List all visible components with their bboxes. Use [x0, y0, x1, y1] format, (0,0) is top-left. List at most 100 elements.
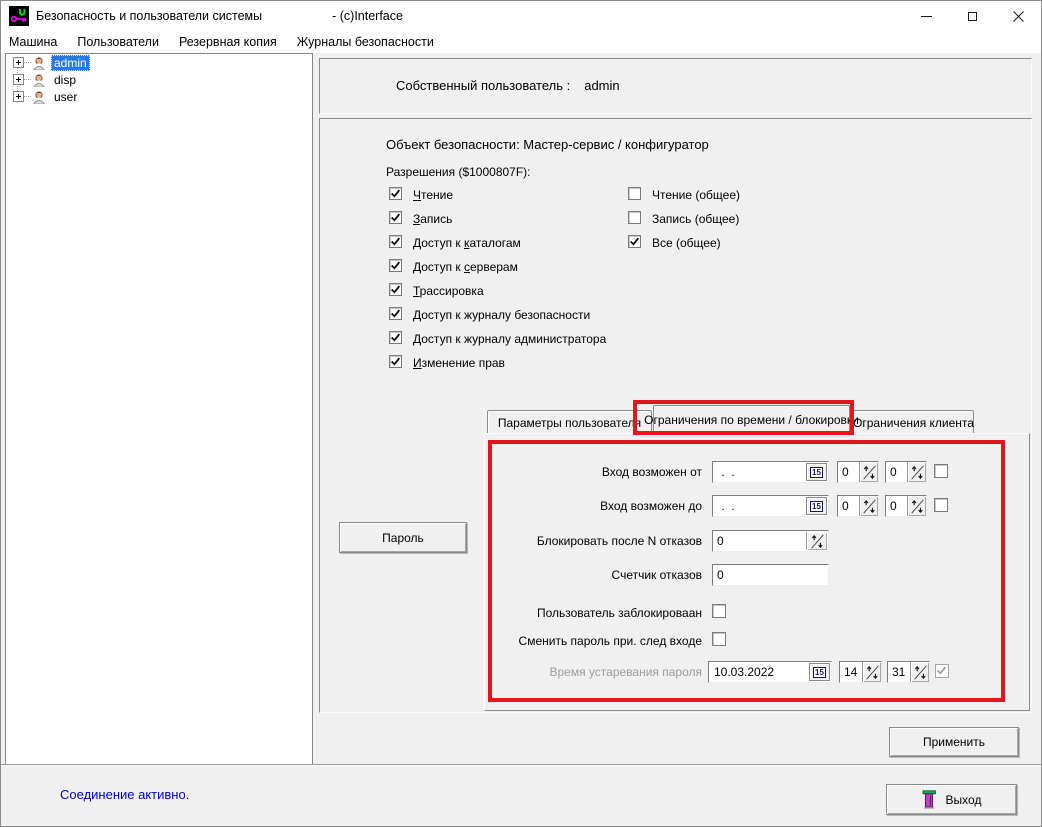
apply-button-label: Применить [923, 735, 985, 749]
login-to-date-field[interactable]: . . 15 [712, 495, 829, 517]
spinner-button [862, 662, 881, 682]
change-password-checkbox[interactable] [712, 632, 726, 646]
login-to-enable-checkbox[interactable] [934, 498, 948, 512]
permissions-label: Разрешения ($1000807F): [386, 165, 531, 179]
checkbox-label[interactable]: Чтение [413, 188, 453, 202]
password-expiry-hours-spinner: 14 [839, 661, 882, 683]
field-value: 0 [717, 534, 724, 548]
login-to-label: Вход возможен до [600, 499, 702, 513]
checkbox-label[interactable]: Изменение прав [413, 356, 505, 370]
spinner-button[interactable] [907, 496, 926, 516]
user-locked-label: Пользователь заблокироваан [537, 606, 702, 620]
date-value: 10.03.2022 [714, 665, 774, 679]
connection-status-text: Соединение активно. [60, 787, 189, 802]
permissions-column-right: Чтение (общее) Запись (общее) Все (общее… [628, 187, 740, 259]
expand-plus-icon[interactable] [13, 91, 24, 102]
perm-row-change-rights: Изменение прав [389, 355, 606, 379]
checkbox-write[interactable] [389, 211, 402, 224]
password-expiry-label: Время устаревания пароля [549, 665, 702, 679]
calendar-icon: 15 [810, 501, 823, 512]
checkbox-security-log[interactable] [389, 307, 402, 320]
expand-plus-icon[interactable] [13, 74, 24, 85]
checkbox-change-rights[interactable] [389, 355, 402, 368]
tree-connector-line [24, 62, 31, 63]
tree-connector-line [24, 79, 31, 80]
checkbox-admin-log[interactable] [389, 331, 402, 344]
menubar: Машина Пользователи Резервная копия Журн… [1, 31, 1041, 53]
checkbox-label[interactable]: Доступ к серверам [413, 260, 518, 274]
menu-item-backup[interactable]: Резервная копия [169, 32, 287, 52]
window-title-suffix: - (c)Interface [332, 9, 403, 23]
expand-plus-icon[interactable] [13, 57, 24, 68]
tree-item-label[interactable]: disp [51, 72, 79, 88]
date-mask: . . [718, 499, 735, 513]
login-from-hours-spinner[interactable]: 0 [837, 461, 879, 483]
tree-item-label[interactable]: user [51, 89, 80, 105]
checkbox-label[interactable]: Доступ к журналу администратора [413, 332, 606, 346]
user-locked-checkbox[interactable] [712, 604, 726, 618]
fail-counter-field[interactable]: 0 [712, 564, 829, 586]
spinner-value[interactable]: 0 [886, 496, 907, 516]
menu-item-security-logs[interactable]: Журналы безопасности [287, 32, 444, 52]
minimize-icon [921, 16, 932, 17]
spinner-value: 14 [840, 662, 862, 682]
user-tree-panel[interactable]: admin disp user [5, 53, 313, 766]
login-to-minutes-spinner[interactable]: 0 [885, 495, 927, 517]
calendar-button[interactable]: 15 [806, 463, 827, 481]
tree-item-label[interactable]: admin [51, 55, 90, 71]
user-icon [32, 89, 46, 104]
perm-row-admin-log: Доступ к журналу администратора [389, 331, 606, 355]
tree-item-user[interactable]: user [6, 88, 312, 105]
login-from-date-field[interactable]: . . 15 [712, 461, 829, 483]
user-icon [32, 72, 46, 87]
tree-item-admin[interactable]: admin [6, 54, 312, 71]
exit-button[interactable]: Выход [886, 784, 1017, 815]
spinner-value[interactable]: 0 [838, 496, 859, 516]
checkbox-label[interactable]: Запись (общее) [652, 212, 739, 226]
spinner-button[interactable] [907, 462, 926, 482]
close-button[interactable] [995, 1, 1041, 31]
checkbox-catalog-access[interactable] [389, 235, 402, 248]
checkbox-label[interactable]: Доступ к каталогам [413, 236, 521, 250]
app-icon [9, 6, 29, 26]
perm-row-read-common: Чтение (общее) [628, 187, 740, 211]
perm-row-server-access: Доступ к серверам [389, 259, 606, 283]
login-from-minutes-spinner[interactable]: 0 [885, 461, 927, 483]
checkbox-label[interactable]: Все (общее) [652, 236, 721, 250]
spinner-button[interactable] [806, 532, 827, 550]
perm-row-security-log: Доступ к журналу безопасности [389, 307, 606, 331]
menu-item-users[interactable]: Пользователи [67, 32, 169, 52]
checkbox-label[interactable]: Чтение (общее) [652, 188, 740, 202]
checkbox-read-common[interactable] [628, 187, 641, 200]
perm-row-tracing: Трассировка [389, 283, 606, 307]
menu-item-machine[interactable]: Машина [1, 32, 67, 52]
tree-item-disp[interactable]: disp [6, 71, 312, 88]
maximize-button[interactable] [949, 1, 995, 31]
change-password-label: Сменить пароль при. след входе [519, 634, 702, 648]
login-to-hours-spinner[interactable]: 0 [837, 495, 879, 517]
tab-client-restrictions[interactable]: Ограничения клиента [853, 410, 974, 434]
apply-button[interactable]: Применить [889, 727, 1019, 757]
login-from-enable-checkbox[interactable] [934, 464, 948, 478]
tab-time-restrictions[interactable]: Ограничения по времени / блокировки [653, 405, 850, 434]
tab-user-parameters[interactable]: Параметры пользователя [487, 410, 652, 434]
checkbox-label[interactable]: Трассировка [413, 284, 484, 298]
checkbox-write-common[interactable] [628, 211, 641, 224]
spinner-value[interactable]: 0 [886, 462, 907, 482]
lock-after-field[interactable]: 0 [712, 530, 829, 552]
calendar-button[interactable]: 15 [806, 497, 827, 515]
spinner-value[interactable]: 0 [838, 462, 859, 482]
minimize-button[interactable] [903, 1, 949, 31]
tree-connector-line [24, 96, 31, 97]
spinner-button[interactable] [859, 496, 878, 516]
password-button[interactable]: Пароль [339, 522, 467, 553]
checkbox-read[interactable] [389, 187, 402, 200]
checkbox-server-access[interactable] [389, 259, 402, 272]
perm-row-catalog-access: Доступ к каталогам [389, 235, 606, 259]
checkbox-label[interactable]: Запись [413, 212, 452, 226]
checkbox-all-common[interactable] [628, 235, 641, 248]
checkbox-tracing[interactable] [389, 283, 402, 296]
perm-row-read: Чтение [389, 187, 606, 211]
checkbox-label[interactable]: Доступ к журналу безопасности [413, 308, 590, 322]
spinner-button[interactable] [859, 462, 878, 482]
